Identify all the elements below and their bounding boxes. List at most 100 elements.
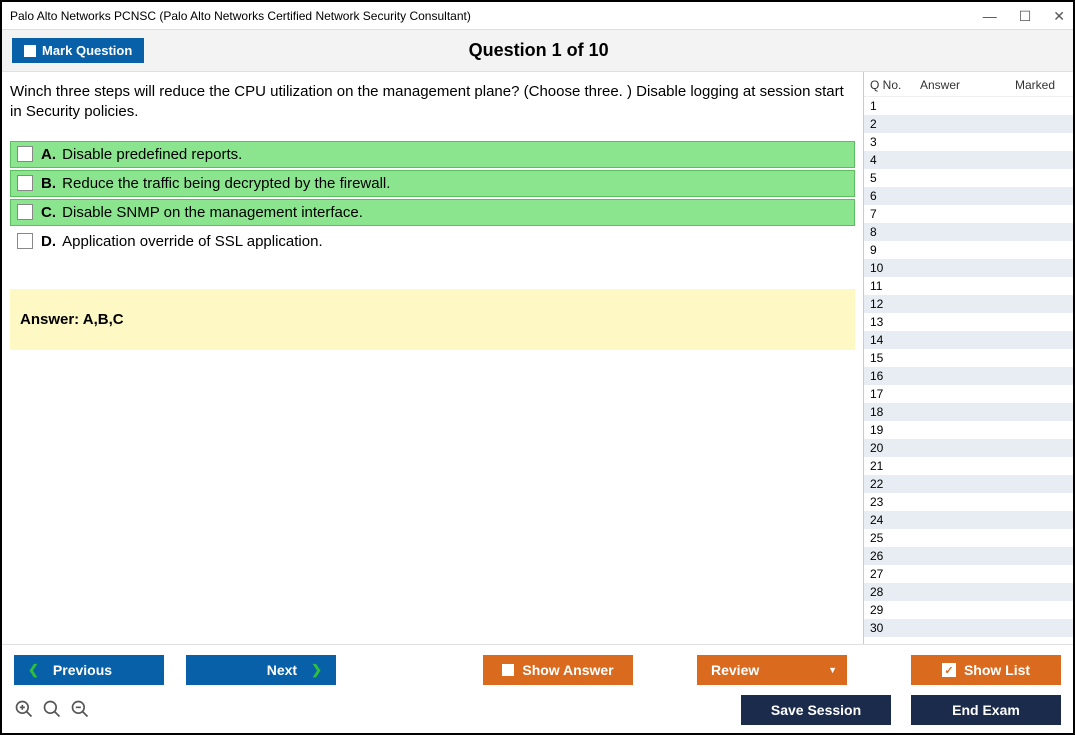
checkbox-icon[interactable]	[17, 146, 33, 162]
col-answer: Answer	[916, 78, 1003, 92]
question-list-row[interactable]: 2	[864, 115, 1073, 133]
question-list-row[interactable]: 26	[864, 547, 1073, 565]
question-list-rows[interactable]: 1234567891011121314151617181920212223242…	[864, 96, 1073, 644]
app-window: Palo Alto Networks PCNSC (Palo Alto Netw…	[0, 0, 1075, 735]
chevron-left-icon: ❮	[28, 662, 39, 678]
row-qno: 25	[870, 531, 916, 545]
triangle-down-icon: ▼	[828, 665, 837, 675]
checkbox-icon[interactable]	[17, 233, 33, 249]
answer-option[interactable]: A. Disable predefined reports.	[10, 141, 855, 168]
options-list: A. Disable predefined reports. B. Reduce …	[10, 141, 855, 255]
maximize-icon[interactable]: ☐	[1019, 9, 1032, 23]
row-qno: 17	[870, 387, 916, 401]
col-marked: Marked	[1003, 78, 1067, 92]
previous-label: Previous	[53, 662, 112, 678]
row-qno: 1	[870, 99, 916, 113]
question-list-row[interactable]: 28	[864, 583, 1073, 601]
answer-option[interactable]: B. Reduce the traffic being decrypted by…	[10, 170, 855, 197]
row-qno: 24	[870, 513, 916, 527]
question-list-row[interactable]: 25	[864, 529, 1073, 547]
row-qno: 8	[870, 225, 916, 239]
row-qno: 14	[870, 333, 916, 347]
question-list-row[interactable]: 4	[864, 151, 1073, 169]
checkbox-icon[interactable]	[17, 204, 33, 220]
checkbox-icon[interactable]	[17, 175, 33, 191]
review-button[interactable]: Review ▼	[697, 655, 847, 685]
footer-row-bottom: Save Session End Exam	[14, 695, 1061, 725]
question-list-row[interactable]: 21	[864, 457, 1073, 475]
chevron-right-icon: ❯	[311, 662, 322, 678]
zoom-out-icon[interactable]	[70, 699, 90, 722]
titlebar: Palo Alto Networks PCNSC (Palo Alto Netw…	[2, 2, 1073, 30]
question-list-row[interactable]: 20	[864, 439, 1073, 457]
row-qno: 10	[870, 261, 916, 275]
row-qno: 3	[870, 135, 916, 149]
row-qno: 20	[870, 441, 916, 455]
zoom-in-icon[interactable]	[14, 699, 34, 722]
save-session-button[interactable]: Save Session	[741, 695, 891, 725]
question-list-row[interactable]: 7	[864, 205, 1073, 223]
square-icon	[24, 45, 36, 57]
question-list-row[interactable]: 15	[864, 349, 1073, 367]
col-qno: Q No.	[870, 78, 916, 92]
question-list-row[interactable]: 12	[864, 295, 1073, 313]
row-qno: 15	[870, 351, 916, 365]
question-list-row[interactable]: 19	[864, 421, 1073, 439]
row-qno: 12	[870, 297, 916, 311]
question-list-panel: Q No. Answer Marked 12345678910111213141…	[863, 72, 1073, 644]
question-list-row[interactable]: 13	[864, 313, 1073, 331]
question-list-row[interactable]: 22	[864, 475, 1073, 493]
question-list-row[interactable]: 6	[864, 187, 1073, 205]
close-icon[interactable]: ✕	[1053, 9, 1065, 23]
question-list-row[interactable]: 10	[864, 259, 1073, 277]
next-button[interactable]: Next ❯	[186, 655, 336, 685]
end-exam-button[interactable]: End Exam	[911, 695, 1061, 725]
question-list-row[interactable]: 14	[864, 331, 1073, 349]
main-area: Winch three steps will reduce the CPU ut…	[2, 72, 1073, 644]
question-list-row[interactable]: 5	[864, 169, 1073, 187]
answer-option[interactable]: D. Application override of SSL applicati…	[10, 228, 855, 255]
row-qno: 5	[870, 171, 916, 185]
question-list-row[interactable]: 29	[864, 601, 1073, 619]
question-list-row[interactable]: 11	[864, 277, 1073, 295]
mark-question-button[interactable]: Mark Question	[12, 38, 144, 63]
question-list-row[interactable]: 27	[864, 565, 1073, 583]
footer-right-buttons: Save Session End Exam	[741, 695, 1061, 725]
row-qno: 2	[870, 117, 916, 131]
show-answer-label: Show Answer	[522, 662, 613, 678]
question-list-row[interactable]: 24	[864, 511, 1073, 529]
answer-box: Answer: A,B,C	[10, 289, 855, 350]
question-list-header: Q No. Answer Marked	[864, 72, 1073, 96]
question-list-row[interactable]: 18	[864, 403, 1073, 421]
zoom-controls	[14, 699, 90, 722]
previous-button[interactable]: ❮ Previous	[14, 655, 164, 685]
question-list-row[interactable]: 8	[864, 223, 1073, 241]
show-answer-button[interactable]: Show Answer	[483, 655, 633, 685]
row-qno: 4	[870, 153, 916, 167]
option-text: D. Application override of SSL applicati…	[41, 233, 323, 250]
row-qno: 23	[870, 495, 916, 509]
check-icon: ✓	[942, 663, 956, 677]
show-list-button[interactable]: ✓ Show List	[911, 655, 1061, 685]
question-list-row[interactable]: 30	[864, 619, 1073, 637]
question-list-row[interactable]: 17	[864, 385, 1073, 403]
row-qno: 6	[870, 189, 916, 203]
question-list-row[interactable]: 16	[864, 367, 1073, 385]
question-list-row[interactable]: 23	[864, 493, 1073, 511]
question-list-row[interactable]: 3	[864, 133, 1073, 151]
minimize-icon[interactable]: —	[983, 9, 997, 23]
row-qno: 22	[870, 477, 916, 491]
footer-row-top: ❮ Previous Next ❯ Show Answer Review ▼ ✓…	[14, 655, 1061, 685]
row-qno: 9	[870, 243, 916, 257]
option-text: A. Disable predefined reports.	[41, 146, 242, 163]
answer-option[interactable]: C. Disable SNMP on the management interf…	[10, 199, 855, 226]
row-qno: 26	[870, 549, 916, 563]
zoom-icon[interactable]	[42, 699, 62, 722]
mark-question-label: Mark Question	[42, 43, 132, 58]
question-list-row[interactable]: 1	[864, 97, 1073, 115]
header-bar: Mark Question Question 1 of 10	[2, 30, 1073, 72]
question-list-row[interactable]: 9	[864, 241, 1073, 259]
row-qno: 28	[870, 585, 916, 599]
square-icon	[502, 664, 514, 676]
show-list-label: Show List	[964, 662, 1030, 678]
